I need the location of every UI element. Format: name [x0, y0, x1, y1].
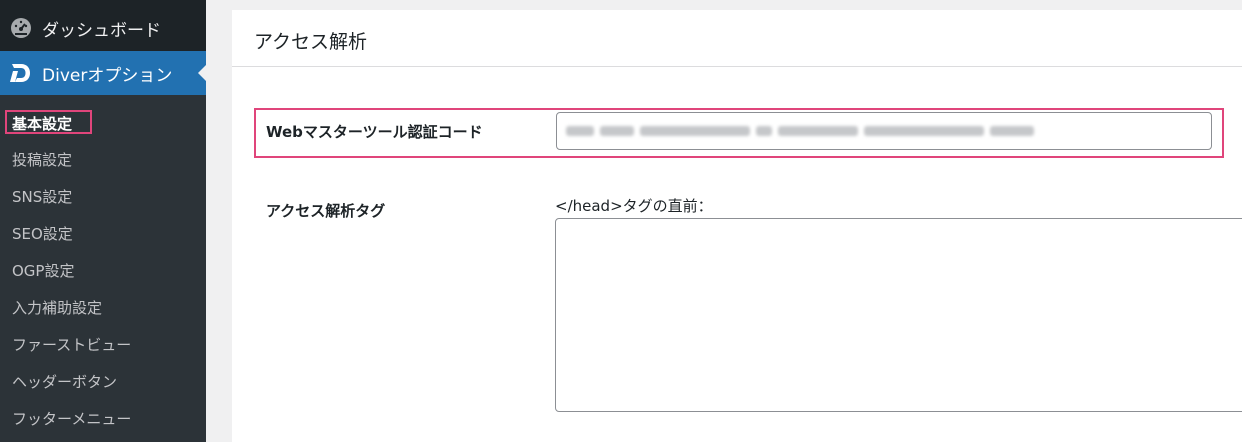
submenu-item-first-view[interactable]: ファーストビュー	[12, 334, 131, 356]
menu-diver-options[interactable]: Diverオプション	[0, 51, 206, 95]
submenu-item-post-settings[interactable]: 投稿設定	[12, 149, 72, 171]
dashboard-gauge-icon	[10, 17, 32, 39]
submenu-item-header-button[interactable]: ヘッダーボタン	[12, 371, 117, 393]
webmaster-code-value-obscured	[566, 124, 1036, 138]
submenu-item-footer-menu[interactable]: フッターメニュー	[12, 408, 131, 430]
admin-sidebar: ダッシュボード Diverオプション 基本設定 投稿設定 SNS設定 SEO設定…	[0, 0, 206, 442]
menu-diver-label: Diverオプション	[42, 65, 173, 86]
pre-head-tag-label: </head>タグの直前：	[555, 197, 713, 215]
submenu-item-input-assist[interactable]: 入力補助設定	[12, 297, 102, 319]
submenu-item-seo-settings[interactable]: SEO設定	[12, 223, 73, 245]
diver-logo-icon	[8, 61, 32, 85]
access-tag-label: アクセス解析タグ	[266, 202, 386, 220]
basic-settings-highlight	[5, 110, 92, 134]
current-menu-caret	[198, 65, 206, 81]
submenu-item-ogp-settings[interactable]: OGP設定	[12, 260, 74, 282]
panel-header: アクセス解析	[232, 10, 1242, 67]
submenu-item-sns-settings[interactable]: SNS設定	[12, 186, 72, 208]
webmaster-code-label: Webマスターツール認証コード	[266, 123, 483, 141]
page-title: アクセス解析	[254, 31, 368, 53]
head-tag-textarea[interactable]	[555, 218, 1242, 412]
settings-panel: アクセス解析 Webマスターツール認証コード アクセス解析タグ </head>タ…	[232, 10, 1242, 442]
menu-dashboard[interactable]: ダッシュボード	[0, 8, 206, 48]
menu-dashboard-label: ダッシュボード	[42, 20, 161, 41]
